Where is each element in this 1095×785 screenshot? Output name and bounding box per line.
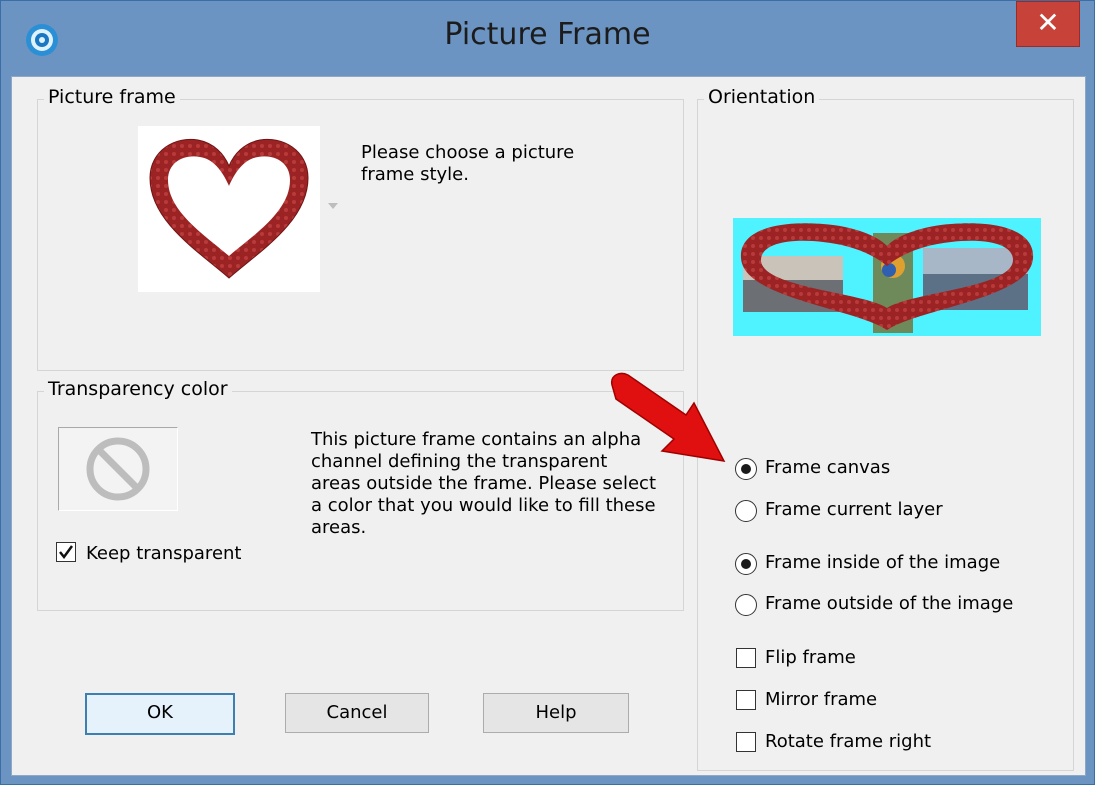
orientation-preview-image	[733, 218, 1041, 336]
picture-frame-group-label: Picture frame	[44, 86, 180, 108]
flip-frame-label[interactable]: Flip frame	[765, 647, 856, 669]
orientation-group-label: Orientation	[704, 86, 820, 108]
picture-frame-group: Picture frame Please choose a picture fr…	[37, 86, 684, 371]
help-button[interactable]: Help	[483, 693, 629, 733]
frame-style-hint: Please choose a picture frame style.	[361, 142, 575, 185]
mirror-frame-checkbox[interactable]	[736, 690, 756, 710]
cancel-button[interactable]: Cancel	[285, 693, 429, 733]
checkmark-icon	[59, 545, 74, 560]
frame-canvas-radio[interactable]	[735, 458, 757, 480]
frame-inside-radio[interactable]	[735, 553, 757, 575]
frame-outside-radio[interactable]	[735, 594, 757, 616]
dialog-window: Picture Frame ✕ Picture frame Please cho…	[0, 0, 1095, 785]
frame-current-layer-radio[interactable]	[735, 500, 757, 522]
rotate-frame-right-checkbox[interactable]	[736, 732, 756, 752]
frame-style-selector[interactable]	[138, 126, 320, 292]
window-title: Picture Frame	[444, 17, 651, 52]
frame-canvas-label[interactable]: Frame canvas	[765, 457, 890, 479]
frame-current-layer-label[interactable]: Frame current layer	[765, 499, 943, 521]
frame-outside-label[interactable]: Frame outside of the image	[765, 593, 1013, 615]
ok-button[interactable]: OK	[85, 693, 235, 735]
close-icon: ✕	[1036, 6, 1060, 39]
dialog-body: Picture frame Please choose a picture fr…	[11, 76, 1086, 776]
transparency-color-swatch[interactable]	[58, 427, 178, 511]
close-button[interactable]: ✕	[1016, 1, 1080, 47]
chevron-down-icon[interactable]	[328, 203, 338, 209]
prohibited-icon	[86, 437, 150, 501]
title-bar[interactable]: Picture Frame ✕	[1, 1, 1094, 76]
rotate-frame-right-label[interactable]: Rotate frame right	[765, 731, 931, 753]
heart-frame-thumbnail	[149, 138, 309, 279]
keep-transparent-label[interactable]: Keep transparent	[86, 543, 241, 565]
keep-transparent-checkbox[interactable]	[56, 542, 76, 562]
flip-frame-checkbox[interactable]	[736, 648, 756, 668]
transparency-description: This picture frame contains an alpha cha…	[311, 429, 657, 538]
transparency-color-group: Transparency color Keep transparent This…	[37, 378, 684, 611]
transparency-group-label: Transparency color	[44, 378, 232, 400]
annotation-arrow-icon	[611, 372, 726, 462]
mirror-frame-label[interactable]: Mirror frame	[765, 689, 877, 711]
orientation-group: Orientation Frame canvas Frame current l…	[697, 86, 1074, 771]
frame-inside-label[interactable]: Frame inside of the image	[765, 552, 1000, 574]
